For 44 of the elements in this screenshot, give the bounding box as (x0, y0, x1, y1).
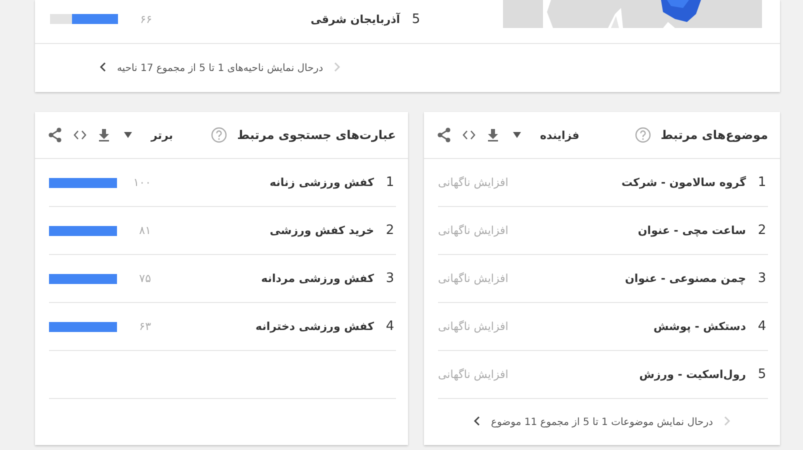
pagination-text: درحال نمایش ناحیه‌های 1 تا 5 از مجموع 17 ناحیه (116, 62, 324, 74)
row-label[interactable]: رول‌اسکیت - ورزش (518, 368, 746, 381)
filter-dropdown[interactable]: برتر (151, 128, 173, 142)
value-text: ۶۶ (139, 12, 152, 26)
download-icon[interactable] (97, 128, 111, 142)
card-title: عبارت‌های جستجوی مرتبط (237, 128, 396, 142)
value-text: ۸۱ (138, 224, 151, 237)
share-icon[interactable] (436, 127, 452, 143)
trend-label: افزایش ناگهانی (438, 368, 508, 381)
row-label[interactable]: کفش ورزشی دخترانه (161, 320, 374, 333)
filter-dropdown[interactable]: فزاینده (540, 128, 580, 142)
row-label[interactable]: ساعت مچی - عنوان (518, 224, 746, 237)
embed-icon[interactable] (73, 128, 87, 142)
rank-number: 2 (384, 223, 396, 238)
row-label[interactable]: دستکش - پوشش (518, 320, 746, 333)
row-label[interactable]: چمن مصنوعی - عنوان (518, 272, 746, 285)
row-label[interactable]: کفش ورزشی زنانه (161, 176, 374, 189)
next-page-icon[interactable] (473, 416, 482, 426)
value-text: ۷۵ (138, 272, 151, 285)
rank-number: 4 (756, 319, 768, 334)
card-title: موضوع‌های مرتبط (660, 128, 768, 142)
share-icon[interactable] (47, 127, 63, 143)
row-label[interactable]: کفش ورزشی مردانه (161, 272, 374, 285)
rank-number: 4 (384, 319, 396, 334)
rank-number: 1 (384, 175, 396, 190)
row-label[interactable]: خرید کفش ورزشی (161, 224, 374, 237)
trend-label: افزایش ناگهانی (438, 320, 508, 333)
embed-icon[interactable] (462, 128, 476, 142)
value-text: ۱۰۰ (132, 176, 151, 189)
trend-label: افزایش ناگهانی (438, 176, 508, 189)
rank-number: 1 (756, 175, 768, 190)
next-page-icon[interactable] (98, 62, 107, 72)
rank-number: 3 (756, 271, 768, 286)
rank-number: 3 (384, 271, 396, 286)
rank-number: 5 (410, 12, 422, 26)
rank-number: 5 (756, 367, 768, 382)
value-text: ۶۳ (138, 320, 151, 333)
download-icon[interactable] (486, 128, 500, 142)
trend-label: افزایش ناگهانی (438, 272, 508, 285)
trend-label: افزایش ناگهانی (438, 224, 508, 237)
row-label[interactable]: آذربایجان شرقی (162, 12, 400, 26)
row-label[interactable]: گروه سالامون - شرکت (518, 176, 746, 189)
rank-number: 2 (756, 223, 768, 238)
pagination-text: درحال نمایش موضوعات 1 تا 5 از مجموع 11 موضوع (491, 416, 713, 428)
